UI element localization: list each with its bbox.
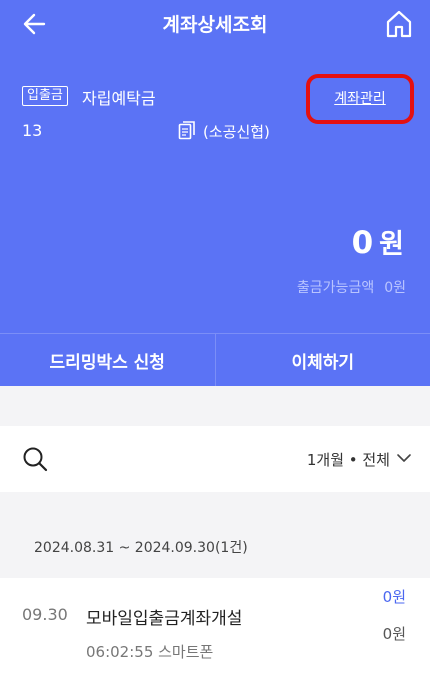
account-manage-button[interactable]: 계좌관리 (306, 74, 414, 124)
transaction-balance: 0원 (382, 625, 406, 643)
account-header-panel: 계좌상세조회 입출금 자립예탁금 계좌관리 13 (소공신협) 0 원 출금가능… (0, 0, 430, 387)
balance-unit: 원 (379, 229, 404, 260)
dreaming-box-button[interactable]: 드리밍박스 신청 (0, 334, 216, 387)
account-type-badge: 입출금 (22, 86, 68, 106)
period-filter[interactable]: 1개월 • 전체 (307, 449, 390, 470)
transaction-name: 모바일입출금계좌개설 (86, 609, 243, 629)
account-manage-label: 계좌관리 (334, 91, 386, 107)
account-actions: 드리밍박스 신청 이체하기 (0, 333, 430, 387)
page-title: 계좌상세조회 (162, 14, 268, 36)
history-toolbar: 1개월 • 전체 (0, 426, 430, 492)
available-label: 출금가능금액 (296, 280, 375, 296)
section-divider (0, 386, 430, 426)
history-range-band: 2024.08.31 ~ 2024.09.30(1건) (0, 492, 430, 578)
account-balance: 0 원 (352, 222, 404, 261)
home-icon[interactable] (384, 8, 414, 40)
chevron-down-icon[interactable] (396, 450, 412, 466)
transaction-date: 09.30 (22, 605, 68, 624)
account-name: 자립예탁금 (82, 89, 156, 108)
transaction-row[interactable]: 09.30 모바일입출금계좌개설 06:02:55 스마트폰 0원 0원 (0, 578, 430, 676)
history-range: 2024.08.31 ~ 2024.09.30(1건) (34, 540, 248, 556)
available-amount: 출금가능금액 0원 (297, 277, 406, 297)
available-value: 0원 (384, 280, 406, 296)
search-icon[interactable] (22, 446, 48, 472)
transaction-amount: 0원 (382, 588, 406, 606)
transaction-time-channel: 06:02:55 스마트폰 (86, 643, 214, 661)
balance-value: 0 (351, 225, 374, 261)
transfer-button[interactable]: 이체하기 (216, 334, 430, 387)
copy-icon[interactable] (178, 120, 196, 140)
account-number: 13 (22, 121, 43, 140)
bank-name: (소공신협) (203, 123, 270, 141)
